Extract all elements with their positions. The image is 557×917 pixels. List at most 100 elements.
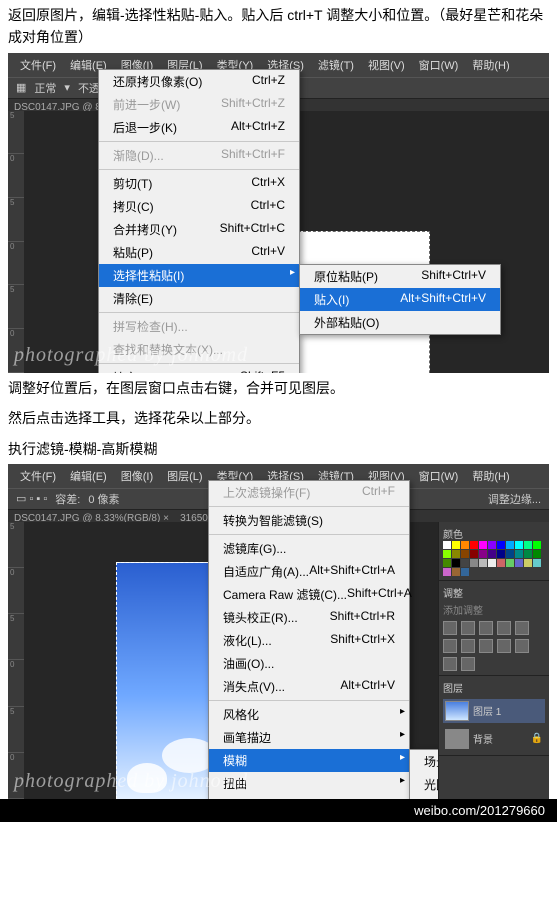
swatch[interactable] (488, 559, 496, 567)
menu-item[interactable]: 清除(E) (99, 287, 299, 310)
menubar-item[interactable]: 图层(L) (161, 466, 208, 486)
menu-item[interactable]: 油画(O)... (209, 652, 409, 675)
swatch[interactable] (488, 550, 496, 558)
footer-watermark: weibo.com/201279660 (0, 799, 557, 822)
swatch[interactable] (515, 541, 523, 549)
menu-item[interactable]: 镜头校正(R)...Shift+Ctrl+R (209, 606, 409, 629)
swatches-panel: 颜色 (439, 522, 549, 581)
menubar-item[interactable]: 编辑(E) (64, 466, 113, 486)
swatch[interactable] (515, 550, 523, 558)
instruction-2a: 调整好位置后，在图层窗口点击右键，合并可见图层。 (0, 373, 557, 403)
swatch[interactable] (515, 559, 523, 567)
swatch[interactable] (479, 559, 487, 567)
layer-row[interactable]: 背景 🔒 (443, 727, 545, 751)
adjustment-icons[interactable] (443, 621, 545, 671)
menu-item[interactable]: Camera Raw 滤镜(C)...Shift+Ctrl+A (209, 583, 409, 606)
menu-item[interactable]: 风格化 (209, 703, 409, 726)
swatch[interactable] (506, 550, 514, 558)
screenshot-filter-blur: 文件(F)编辑(E)图像(I)图层(L)类型(Y)选择(S)滤镜(T)视图(V)… (8, 464, 549, 799)
swatch[interactable] (470, 550, 478, 558)
swatch[interactable] (443, 568, 451, 576)
swatch[interactable] (470, 559, 478, 567)
menu-item[interactable]: 后退一步(K)Alt+Ctrl+Z (99, 116, 299, 139)
swatch[interactable] (452, 559, 460, 567)
swatch[interactable] (479, 541, 487, 549)
swatches-tab[interactable]: 颜色 (443, 526, 545, 541)
swatch[interactable] (497, 541, 505, 549)
adjustments-tab[interactable]: 调整 (443, 585, 545, 600)
menu-item[interactable]: 液化(L)...Shift+Ctrl+X (209, 629, 409, 652)
add-adjustment-label: 添加调整 (443, 602, 545, 617)
swatch[interactable] (452, 550, 460, 558)
swatch[interactable] (443, 550, 451, 558)
menubar-item[interactable]: 窗口(W) (413, 466, 465, 486)
swatch[interactable] (533, 550, 541, 558)
tool-icon: ▦ (16, 81, 26, 94)
submenu[interactable]: 原位粘贴(P)Shift+Ctrl+V贴入(I)Alt+Shift+Ctrl+V… (299, 264, 501, 335)
menu-item[interactable]: 原位粘贴(P)Shift+Ctrl+V (300, 265, 500, 288)
swatch[interactable] (452, 541, 460, 549)
swatch[interactable] (461, 568, 469, 576)
swatch[interactable] (506, 559, 514, 567)
menu-item[interactable]: 还原拷贝像素(O)Ctrl+Z (99, 70, 299, 93)
menu-item[interactable]: 锐化 (209, 795, 409, 799)
menubar-item[interactable]: 滤镜(T) (312, 55, 360, 75)
ruler-vertical: 505050 (8, 111, 24, 373)
layer-thumb-icon (445, 729, 469, 749)
menu-item[interactable]: 转换为智能滤镜(S) (209, 509, 409, 532)
menu-item[interactable]: 滤镜库(G)... (209, 537, 409, 560)
menu-item[interactable]: 扭曲 (209, 772, 409, 795)
swatch[interactable] (461, 559, 469, 567)
menu-item: 上次滤镜操作(F)Ctrl+F (209, 481, 409, 504)
menubar-item[interactable]: 帮助(H) (466, 55, 515, 75)
menu-item[interactable]: 消失点(V)...Alt+Ctrl+V (209, 675, 409, 698)
menubar-item[interactable]: 帮助(H) (466, 466, 515, 486)
swatch[interactable] (488, 541, 496, 549)
swatch[interactable] (506, 541, 514, 549)
menu-item[interactable]: 合并拷贝(Y)Shift+Ctrl+C (99, 218, 299, 241)
menu-edit[interactable]: 还原拷贝像素(O)Ctrl+Z前进一步(W)Shift+Ctrl+Z后退一步(K… (98, 69, 300, 373)
swatch[interactable] (524, 550, 532, 558)
layer-name: 背景 (473, 731, 493, 746)
swatch[interactable] (533, 541, 541, 549)
blend-mode[interactable]: 正常 (34, 80, 56, 96)
swatch[interactable] (497, 559, 505, 567)
menu-item[interactable]: 填充(L)...Shift+F5 (99, 366, 299, 373)
menubar-item[interactable]: 文件(F) (14, 466, 62, 486)
menubar-item[interactable]: 图像(I) (115, 466, 159, 486)
menu-item[interactable]: 粘贴(P)Ctrl+V (99, 241, 299, 264)
menu-item[interactable]: 剪切(T)Ctrl+X (99, 172, 299, 195)
instruction-2b: 然后点击选择工具，选择花朵以上部分。 (0, 403, 557, 433)
menu-item[interactable]: 贴入(I)Alt+Shift+Ctrl+V (300, 288, 500, 311)
menu-item[interactable]: 外部粘贴(O) (300, 311, 500, 334)
menubar-item[interactable]: 文件(F) (14, 55, 62, 75)
menu-item[interactable]: 选择性粘贴(I) (99, 264, 299, 287)
swatch[interactable] (479, 550, 487, 558)
swatch[interactable] (470, 541, 478, 549)
menu-filter[interactable]: 上次滤镜操作(F)Ctrl+F 转换为智能滤镜(S) 滤镜库(G)...自适应广角(… (208, 480, 410, 799)
swatch[interactable] (461, 541, 469, 549)
swatch[interactable] (452, 568, 460, 576)
swatch[interactable] (497, 550, 505, 558)
swatch[interactable] (524, 559, 532, 567)
swatch[interactable] (533, 559, 541, 567)
swatch[interactable] (524, 541, 532, 549)
panels-dock: 颜色 调整 添加调整 图层 图层 1 背景 🔒 (438, 522, 549, 799)
swatch[interactable] (443, 541, 451, 549)
refine-edge-button[interactable]: 调整边缘... (488, 491, 541, 507)
menubar-item[interactable]: 窗口(W) (413, 55, 465, 75)
menu-item[interactable]: 模糊 (209, 749, 409, 772)
swatch[interactable] (443, 559, 451, 567)
instruction-1: 返回原图片，编辑-选择性粘贴-贴入。贴入后 ctrl+T 调整大小和位置。（最好… (0, 0, 557, 53)
tolerance-label: 容差: (55, 491, 80, 507)
instruction-2c: 执行滤镜-模糊-高斯模糊 (0, 434, 557, 464)
layers-tab[interactable]: 图层 (443, 680, 545, 695)
layer-row[interactable]: 图层 1 (443, 699, 545, 723)
menu-item[interactable]: 拷贝(C)Ctrl+C (99, 195, 299, 218)
menu-item[interactable]: 画笔描边 (209, 726, 409, 749)
menubar-item[interactable]: 视图(V) (362, 55, 411, 75)
swatch[interactable] (461, 550, 469, 558)
layer-name: 图层 1 (473, 703, 501, 718)
menu-item[interactable]: 自适应广角(A)...Alt+Shift+Ctrl+A (209, 560, 409, 583)
tolerance-value[interactable]: 0 像素 (88, 491, 119, 507)
